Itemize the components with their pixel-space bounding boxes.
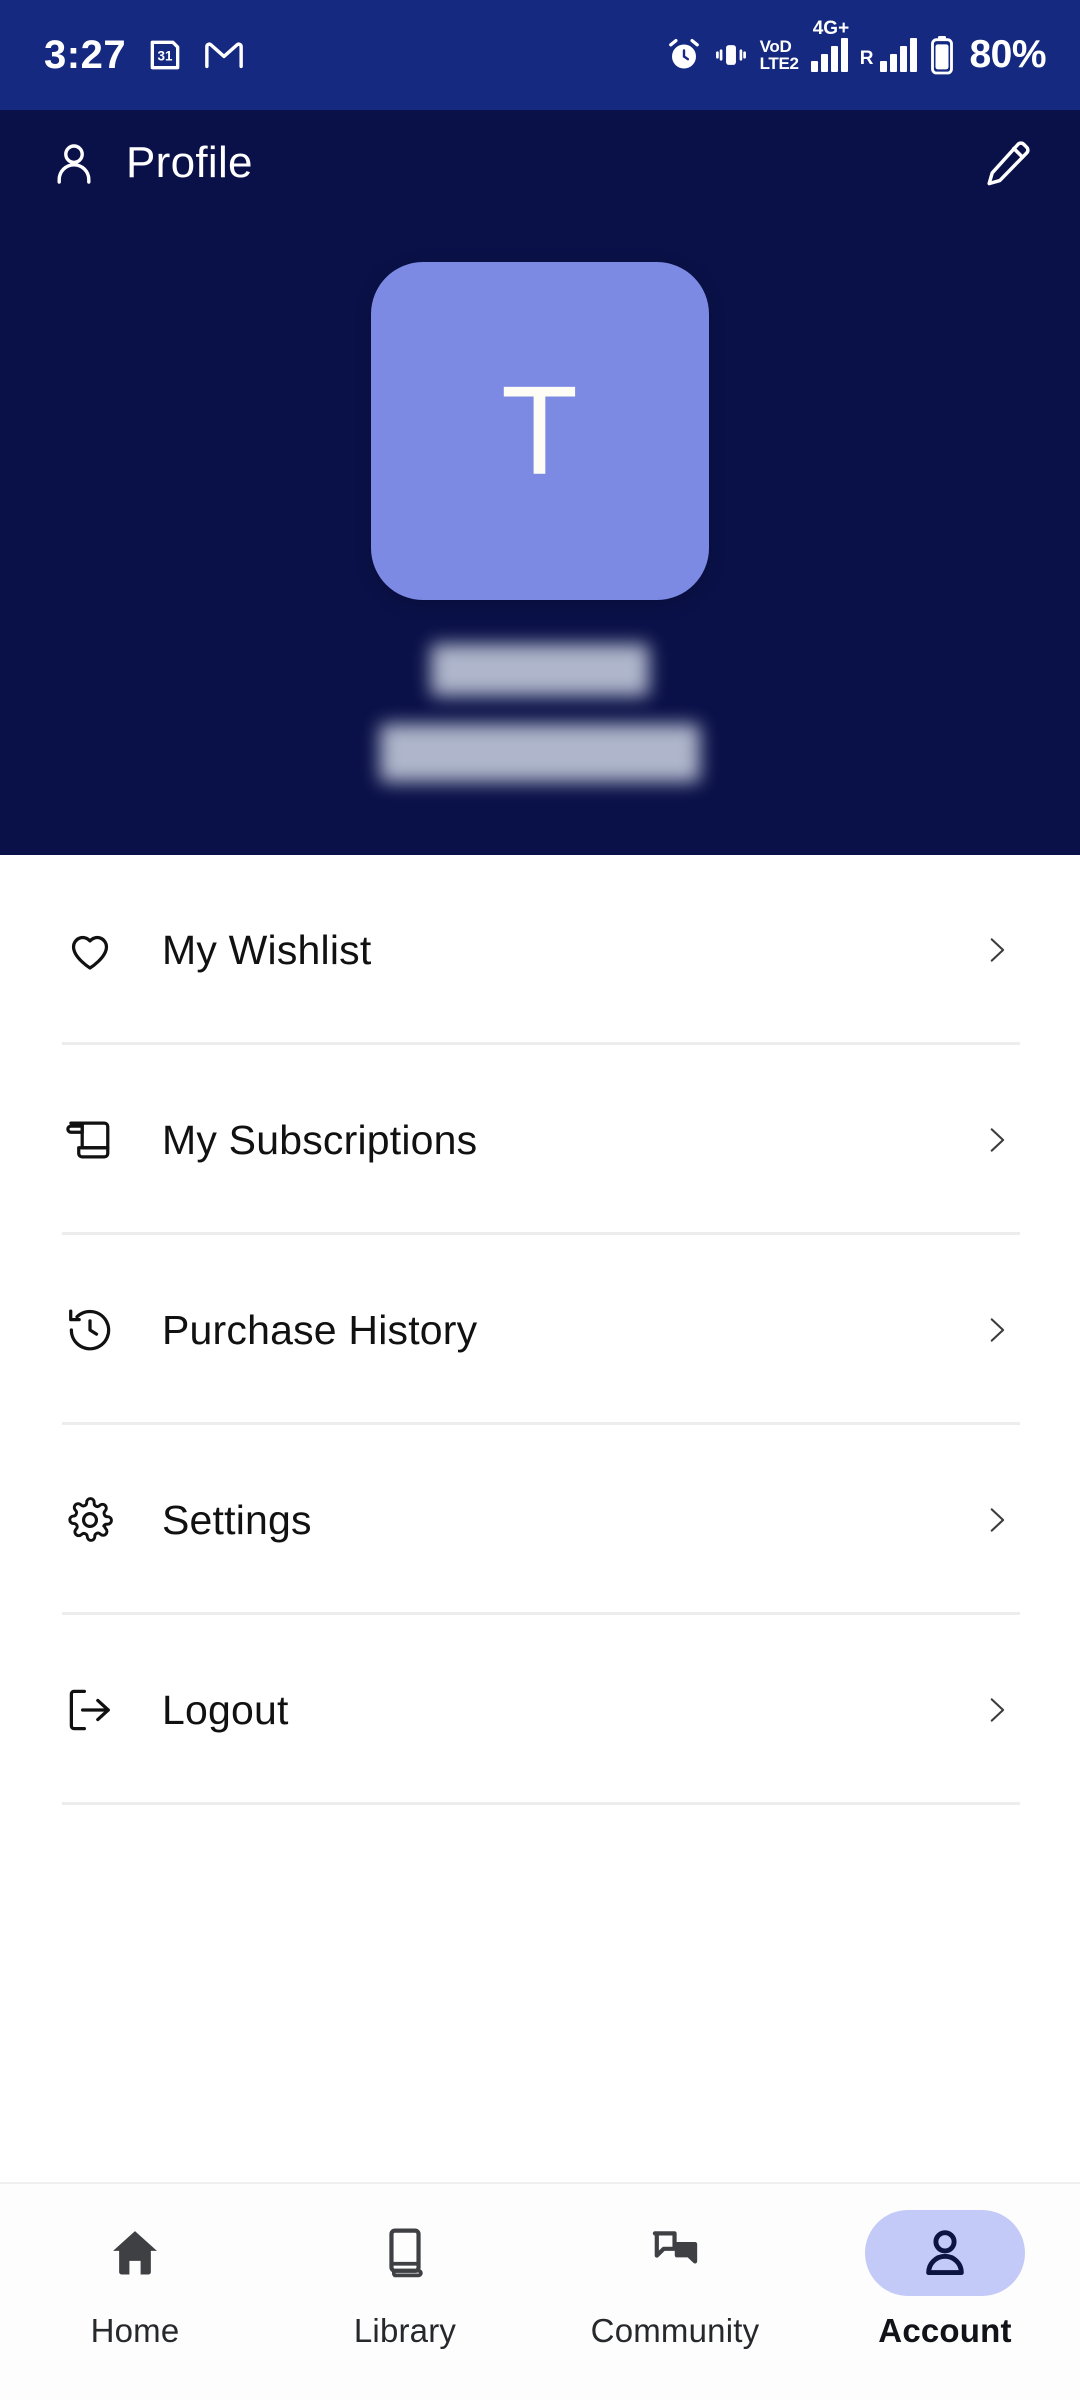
user-email-redacted — [380, 724, 700, 782]
person-icon — [865, 2210, 1025, 2296]
app-bar-left: Profile — [50, 138, 253, 188]
gear-icon — [62, 1492, 118, 1548]
chevron-right-icon — [976, 930, 1016, 970]
pencil-edit-icon[interactable] — [982, 137, 1034, 189]
nav-tab-account[interactable]: Account — [810, 2210, 1080, 2350]
avatar-block: T — [0, 262, 1080, 782]
profile-hero-section: Profile T — [0, 110, 1080, 855]
nav-tab-library[interactable]: Library — [270, 2210, 540, 2350]
roaming-label: R — [859, 48, 874, 69]
app-bar: Profile — [0, 110, 1080, 216]
chevron-right-icon — [976, 1690, 1016, 1730]
menu-item-label: My Wishlist — [162, 926, 372, 973]
chevron-right-icon — [976, 1120, 1016, 1160]
chevron-right-icon — [976, 1310, 1016, 1350]
logout-icon — [62, 1682, 118, 1738]
status-bar-clock: 3:27 — [44, 33, 127, 77]
phone-screen: 3:27 31 VoD LTE2 4G+ R 80% Profile T My … — [0, 0, 1080, 2400]
nav-tab-label: Account — [878, 2312, 1012, 2349]
menu-item-label: Purchase History — [162, 1306, 478, 1353]
status-bar: 3:27 31 VoD LTE2 4G+ R 80% — [0, 0, 1080, 110]
status-bar-right: VoD LTE2 4G+ R 80% — [666, 18, 1046, 77]
menu-item-settings[interactable]: Settings — [0, 1425, 1080, 1615]
battery-percentage: 80% — [969, 33, 1046, 76]
avatar[interactable]: T — [371, 262, 709, 600]
scroll-receipt-icon — [62, 1112, 118, 1168]
history-clock-icon — [62, 1302, 118, 1358]
menu-item-my-wishlist[interactable]: My Wishlist — [0, 855, 1080, 1045]
status-bar-left: 3:27 31 — [44, 35, 244, 75]
person-icon — [50, 139, 98, 187]
volte-line-2: LTE2 — [759, 54, 799, 73]
home-icon — [55, 2210, 215, 2296]
bottom-navigation-bar: Home Library Community Account — [0, 2182, 1080, 2400]
book-icon — [325, 2210, 485, 2296]
signal-4g-icon: 4G+ — [810, 18, 849, 72]
menu-item-my-subscriptions[interactable]: My Subscriptions — [0, 1045, 1080, 1235]
menu-item-label: My Subscriptions — [162, 1116, 478, 1163]
nav-tab-label: Library — [353, 2312, 457, 2349]
network-type-label: 4G+ — [812, 18, 850, 39]
calendar-31-icon: 31 — [146, 36, 184, 74]
user-name-redacted — [431, 644, 649, 696]
alarm-icon — [666, 37, 702, 73]
avatar-initial: T — [501, 360, 579, 501]
nav-tab-label: Community — [590, 2312, 760, 2349]
volte-line-1: VoD — [759, 37, 792, 56]
page-title: Profile — [126, 138, 253, 187]
volte-icon: VoD LTE2 — [760, 38, 799, 72]
profile-menu-list: My Wishlist My Subscriptions Purchase Hi… — [0, 855, 1080, 2182]
signal-roaming-icon: R — [860, 38, 918, 72]
signal-bars-primary — [810, 38, 848, 72]
nav-tab-label: Home — [90, 2312, 180, 2349]
nav-tab-community[interactable]: Community — [540, 2210, 810, 2350]
signal-bars-secondary — [880, 38, 918, 72]
menu-item-label: Settings — [162, 1496, 312, 1543]
gmail-icon — [204, 39, 244, 71]
chevron-right-icon — [976, 1500, 1016, 1540]
menu-item-label: Logout — [162, 1686, 289, 1733]
menu-item-logout[interactable]: Logout — [0, 1615, 1080, 1805]
menu-item-purchase-history[interactable]: Purchase History — [0, 1235, 1080, 1425]
nav-tab-home[interactable]: Home — [0, 2210, 270, 2350]
chat-bubbles-icon — [595, 2210, 755, 2296]
vibrate-icon — [714, 38, 748, 72]
battery-icon — [929, 35, 955, 75]
heart-icon — [62, 922, 118, 978]
svg-text:31: 31 — [158, 49, 173, 64]
